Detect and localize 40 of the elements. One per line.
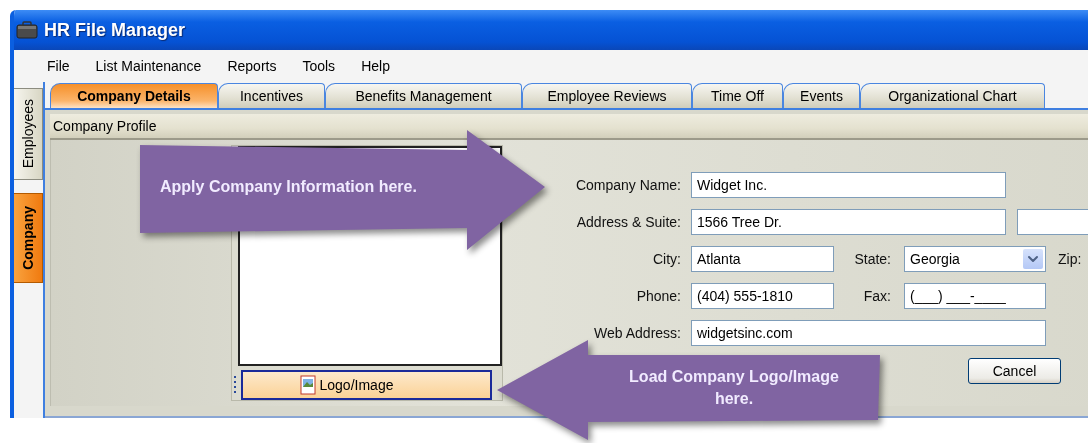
grip-icon bbox=[234, 374, 237, 396]
tab[interactable]: Benefits Management bbox=[325, 83, 522, 108]
field-label: Zip: bbox=[1057, 251, 1082, 267]
callout-text: Load Company Logo/Image here. bbox=[628, 367, 840, 409]
text-field[interactable]: 1566 Tree Dr. bbox=[691, 209, 1006, 235]
text-field[interactable]: widgetsinc.com bbox=[691, 320, 1046, 346]
text-field[interactable]: (404) 555-1810 bbox=[691, 283, 834, 309]
field-label: City: bbox=[652, 251, 682, 267]
text-field[interactable]: (___) ___-____ bbox=[904, 283, 1046, 309]
text-field[interactable]: Widget Inc. bbox=[691, 172, 1006, 198]
side-tab[interactable]: Employees bbox=[14, 88, 43, 180]
menu-item[interactable]: File bbox=[34, 56, 83, 76]
state-dropdown[interactable]: Georgia bbox=[904, 246, 1046, 272]
field-label: Phone: bbox=[635, 288, 682, 304]
tab[interactable]: Incentives bbox=[218, 83, 325, 108]
field-label: Company Name: bbox=[574, 177, 682, 193]
image-file-icon bbox=[299, 375, 316, 395]
callout-text: Apply Company Information here. bbox=[160, 177, 418, 197]
text-field[interactable]: Atlanta bbox=[691, 246, 834, 272]
tab[interactable]: Company Details bbox=[50, 83, 218, 108]
menu-item[interactable]: List Maintenance bbox=[82, 56, 215, 76]
window-title: HR File Manager bbox=[44, 19, 186, 41]
field-label: Address & Suite: bbox=[575, 214, 682, 230]
chevron-down-icon bbox=[1023, 249, 1043, 269]
field-label: State: bbox=[853, 251, 892, 267]
text-field[interactable] bbox=[1017, 209, 1088, 235]
tab[interactable]: Organizational Chart bbox=[860, 83, 1045, 108]
tab[interactable]: Events bbox=[783, 83, 860, 108]
logo-image-button[interactable]: Logo/Image bbox=[241, 370, 492, 400]
menu-item[interactable]: Reports bbox=[214, 56, 290, 76]
menu-item[interactable]: Tools bbox=[289, 56, 349, 76]
field-label: Fax: bbox=[862, 288, 892, 304]
field-label: Web Address: bbox=[593, 325, 682, 341]
briefcase-icon bbox=[16, 21, 38, 39]
side-tab[interactable]: Company bbox=[14, 193, 43, 283]
menu-item[interactable]: Help bbox=[348, 56, 403, 76]
section-title: Company Profile bbox=[53, 118, 157, 134]
tab[interactable]: Employee Reviews bbox=[522, 83, 692, 108]
cancel-button[interactable]: Cancel bbox=[968, 358, 1061, 384]
tab[interactable]: Time Off bbox=[692, 83, 783, 108]
